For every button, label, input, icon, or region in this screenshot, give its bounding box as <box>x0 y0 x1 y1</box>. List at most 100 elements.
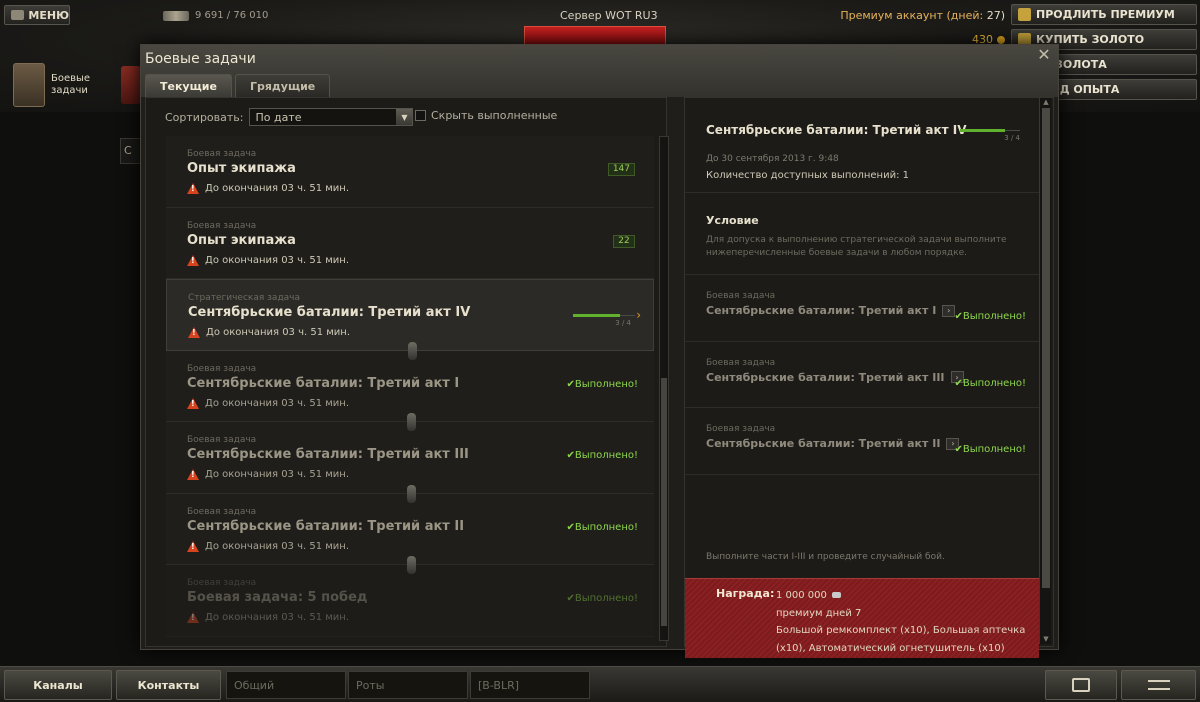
completed-status: ✔Выполнено! <box>566 521 638 533</box>
stats-icon <box>163 10 189 21</box>
quest-kind: Боевая задача <box>187 435 257 445</box>
subquest-title: Сентябрьские баталии: Третий акт I <box>706 304 937 317</box>
quests-icon <box>13 63 45 107</box>
quest-kind: Стратегическая задача <box>188 293 301 303</box>
quest-kind: Боевая задача <box>187 149 257 159</box>
tab-current[interactable]: Текущие <box>145 74 232 97</box>
subquest-title: Сентябрьские баталии: Третий акт III <box>706 370 945 384</box>
quest-time-left: До окончания 03 ч. 51 мин. <box>205 612 350 623</box>
quest-list: Боевая задача Опыт экипажа До окончания … <box>166 136 654 641</box>
premium-label: Премиум аккаунт (дней: <box>840 9 984 22</box>
subquest-kind: Боевая задача <box>706 291 776 301</box>
reward-credits-value: 1 000 000 <box>776 590 827 601</box>
quest-deadline: До окончания 03 ч. 51 мин. <box>187 183 654 194</box>
extend-premium-label: ПРОДЛИТЬ ПРЕМИУМ <box>1036 8 1175 21</box>
quest-list-item[interactable]: Боевая задача Опыт экипажа До окончания … <box>166 136 654 208</box>
subquest-row: Боевая задача Сентябрьские баталии: Трет… <box>685 342 1039 408</box>
quest-progress-bar: 3 / 4 › <box>573 308 641 327</box>
quest-deadline: До окончания 03 ч. 51 мин. <box>187 612 654 623</box>
hidden-tab-label: С <box>124 144 132 157</box>
sort-value: По дате <box>255 110 302 124</box>
quest-title: Опыт экипажа <box>187 161 296 176</box>
shop-tile-icon[interactable] <box>121 66 141 104</box>
quests-tile-label-1: Боевые <box>51 73 91 84</box>
close-icon[interactable]: ✕ <box>1036 47 1052 63</box>
subquest-item: Боевая задача Сентябрьские баталии: Трет… <box>706 424 1036 490</box>
warning-icon <box>187 612 199 623</box>
menu-label: МЕНЮ <box>28 8 69 22</box>
gold-coin-icon <box>997 35 1005 44</box>
premium-days: 27) <box>986 9 1005 22</box>
hide-completed-checkbox[interactable] <box>415 110 426 121</box>
xp-badge: 22 <box>613 234 635 248</box>
quest-time-left: До окончания 03 ч. 51 мин. <box>205 183 350 194</box>
completed-status: ✔Выполнено! <box>566 378 638 390</box>
notifications-button[interactable] <box>1121 670 1196 700</box>
subquest-status: ✔Выполнено! <box>954 311 1026 322</box>
hide-completed-row: Скрыть выполненные <box>415 109 557 122</box>
quest-list-item[interactable]: Боевая задача Опыт экипажа До окончания … <box>166 207 654 279</box>
completed-status: ✔Выполнено! <box>566 593 638 604</box>
quest-list-item[interactable]: Боевая задача Сентябрьские баталии: Трет… <box>166 493 654 574</box>
contacts-button[interactable]: Контакты <box>116 670 221 700</box>
progress-fill <box>573 314 620 317</box>
quest-list-scrollbar[interactable] <box>659 136 669 641</box>
extend-premium-button[interactable]: ПРОДЛИТЬ ПРЕМИУМ <box>1011 4 1197 25</box>
scroll-up-icon[interactable]: ▲ <box>1041 98 1051 107</box>
quests-tile-label-2: задачи <box>51 85 88 96</box>
quest-deadline: До окончания 03 ч. 51 мин. <box>187 540 654 552</box>
quest-deadline: До окончания 03 ч. 51 мин. <box>188 327 653 338</box>
quest-list-item[interactable]: Боевая задача Сентябрьские баталии: Трет… <box>166 350 654 431</box>
sort-select[interactable]: По дате ▼ <box>249 108 414 126</box>
condition-title: Условие <box>706 214 759 227</box>
premium-icon <box>1018 8 1031 21</box>
link-connector-icon <box>407 413 416 431</box>
warning-icon <box>187 469 199 480</box>
quest-detail-pane: Сентябрьские баталии: Третий акт IV 3 / … <box>684 97 1054 658</box>
scrollbar-thumb[interactable] <box>661 378 667 626</box>
quest-time-left: До окончания 03 ч. 51 мин. <box>206 327 351 338</box>
channel-clan[interactable]: [B-BLR] <box>470 671 590 699</box>
quest-list-pane: Сортировать: По дате ▼ Скрыть выполненны… <box>145 97 669 647</box>
quest-kind: Боевая задача <box>187 578 257 588</box>
tab-upcoming[interactable]: Грядущие <box>234 74 331 97</box>
quest-list-item[interactable]: Боевая задача Боевая задача: 5 побед До … <box>166 565 654 637</box>
reward-lines: 1 000 000 премиум дней 7 Большой ремкомп… <box>776 587 1025 657</box>
reward-credits: 1 000 000 <box>776 587 1025 605</box>
progress-fill <box>960 129 1005 132</box>
subquest-status: ✔Выполнено! <box>954 444 1026 455</box>
quest-list-item[interactable]: Стратегическая задача Сентябрьские батал… <box>166 279 654 360</box>
progress-text: 3 / 4 <box>615 319 631 327</box>
detail-scrollbar-thumb[interactable] <box>1042 108 1050 588</box>
list-icon <box>1147 680 1170 690</box>
channel-general[interactable]: Общий <box>226 671 346 699</box>
channel-companies[interactable]: Роты <box>348 671 468 699</box>
open-subquest-icon[interactable]: › <box>942 304 956 317</box>
quest-time-left: До окончания 03 ч. 51 мин. <box>205 469 350 480</box>
quest-kind: Боевая задача <box>187 220 257 231</box>
dialog-title: Боевые задачи <box>145 51 256 67</box>
progress-text: 3 / 4 <box>1004 134 1020 142</box>
channels-button[interactable]: Каналы <box>4 670 112 700</box>
bottom-bar: Каналы Контакты Общий Роты [B-BLR] <box>0 666 1200 702</box>
detail-note: Выполните части I-III и проведите случай… <box>706 552 945 562</box>
subquest-status: ✔Выполнено! <box>954 377 1026 389</box>
warning-icon <box>188 327 200 338</box>
completed-status: ✔Выполнено! <box>566 450 638 461</box>
detail-scrollbar[interactable]: ▲ ▼ <box>1039 98 1051 644</box>
menu-button[interactable]: МЕНЮ <box>4 5 70 25</box>
battle-button[interactable] <box>524 26 666 46</box>
link-connector-icon <box>407 484 416 503</box>
quests-tile-label: Боевые задачи <box>51 73 90 97</box>
quest-time-left: До окончания 03 ч. 51 мин. <box>205 397 350 409</box>
hidden-tab-fragment: С <box>120 138 142 164</box>
menu-icon <box>11 10 25 20</box>
chat-button[interactable] <box>1045 670 1117 700</box>
quest-deadline: До окончания 03 ч. 51 мин. <box>187 397 654 409</box>
scroll-down-icon[interactable]: ▼ <box>1041 635 1051 644</box>
subquest-title: Сентябрьские баталии: Третий акт II <box>706 437 941 450</box>
quest-list-item[interactable]: Боевая задача Сентябрьские баталии: Трет… <box>166 422 654 503</box>
quests-tile[interactable]: Боевые задачи <box>13 60 101 110</box>
sort-label: Сортировать: <box>165 110 244 124</box>
link-connector-icon <box>408 341 417 360</box>
